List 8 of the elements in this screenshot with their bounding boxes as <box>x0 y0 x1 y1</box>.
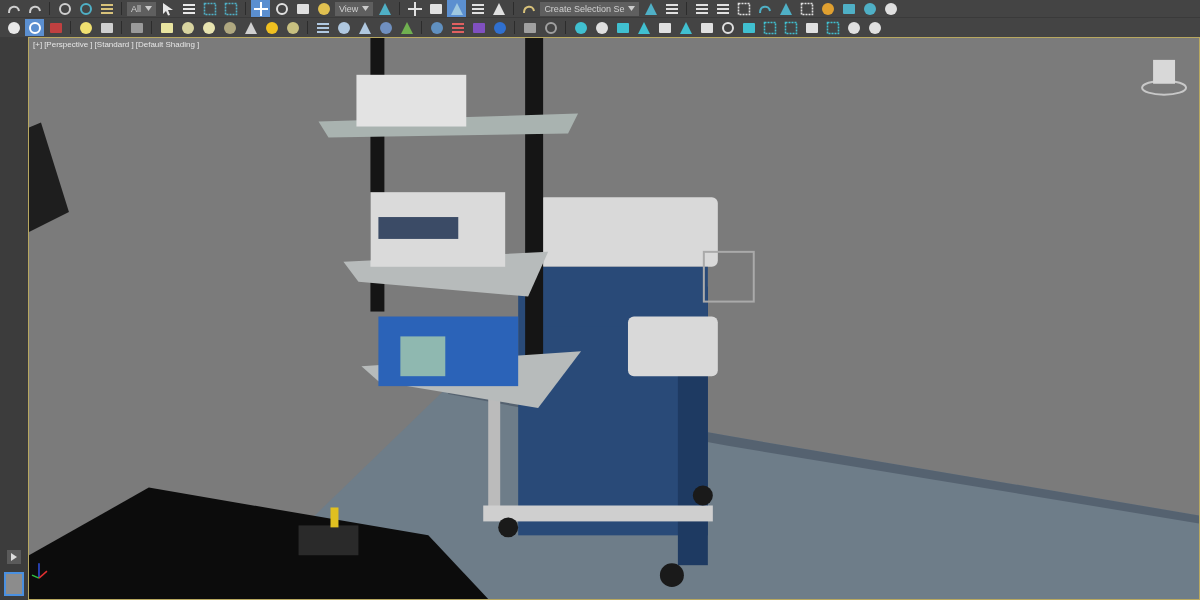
dropdown[interactable]: Create Selection Se <box>540 1 640 16</box>
viewport[interactable]: [+] [Perspective ] [Standard ] [Default Shading ] <box>28 37 1200 600</box>
dropdown[interactable]: View <box>335 1 374 16</box>
viewport-menu-label[interactable]: [Default Shading ] <box>135 40 200 49</box>
viewport-menu-label[interactable]: [Standard ] <box>94 40 134 49</box>
viewport-menu-label[interactable]: [Perspective ] <box>44 40 93 49</box>
viewport-menu-label[interactable]: [+] <box>33 40 43 49</box>
dropdown[interactable]: All <box>127 1 156 16</box>
